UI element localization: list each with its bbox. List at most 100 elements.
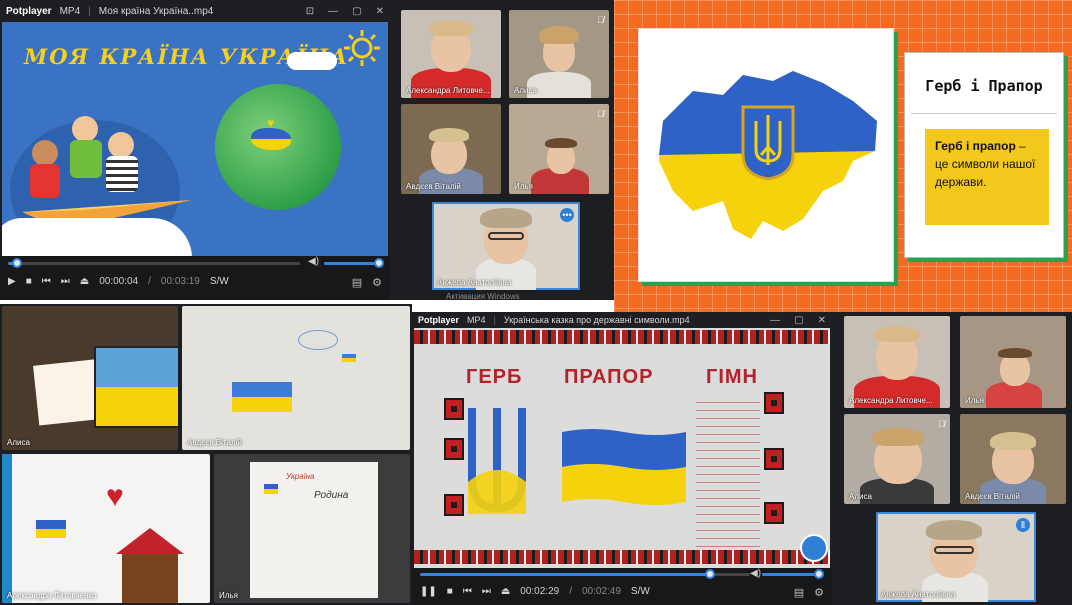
participant-tile[interactable]: 🎙̸ Алиса	[509, 10, 609, 98]
participant-tile-active[interactable]: ⦀ Анжела Анатоліївна	[876, 512, 1036, 602]
stop-icon[interactable]: ■	[447, 586, 453, 597]
participant-tile[interactable]: 🎙̸ Алиса	[844, 414, 950, 504]
drawing-text-line-2: Родина	[314, 490, 349, 501]
close-icon[interactable]: ✕	[818, 315, 826, 326]
maximize-icon[interactable]: ▢	[352, 6, 361, 17]
participant-name: Анжела Анатоліївна	[437, 278, 512, 287]
seek-bar[interactable]	[8, 258, 300, 268]
ornament-icon	[764, 392, 784, 414]
participant-tile[interactable]: Авдєєв Віталій	[960, 414, 1066, 504]
child-figure	[108, 132, 134, 158]
drawing-paper	[250, 462, 378, 598]
video-frame[interactable]: МОЯ КРАЇНА УКРАЇНА ♥	[2, 22, 388, 256]
title-bar: Potplayer MP4 | Моя країна Україна..mp4 …	[6, 5, 384, 17]
play-icon[interactable]: ▶	[8, 276, 16, 287]
video-frame[interactable]: ГЕРБ ПРАПОР ГІМН	[414, 328, 830, 568]
next-icon[interactable]: ⏭	[482, 586, 491, 597]
sw-label: S/W	[630, 586, 650, 597]
volume-handle[interactable]	[814, 569, 824, 579]
slide-gerb-prapor: Герб і Прапор Герб і прапор – це символи…	[614, 0, 1072, 312]
potplayer-brand[interactable]: Potplayer	[6, 6, 52, 17]
title-bar: Potplayer MP4 | Українська казка про дер…	[418, 314, 826, 326]
ornament-icon	[444, 438, 464, 460]
participant-name: Алиса	[514, 86, 537, 95]
ukraine-map-on-globe	[251, 128, 291, 150]
participant-name: Авдєєв Віталій	[187, 438, 242, 447]
embroidery-border-bottom	[414, 550, 830, 564]
eject-icon[interactable]: ⏏	[80, 276, 89, 287]
drawing-tile[interactable]: Алиса	[2, 306, 178, 450]
word-gimn: ГІМН	[706, 366, 758, 388]
control-bar: ◀) ▶ ■ ⏮ ⏭ ⏏ 00:00:04 / 00:03:19 S/W ▤ ⚙	[0, 256, 390, 300]
next-icon[interactable]: ⏭	[61, 276, 70, 287]
heart-icon: ♥	[267, 116, 275, 130]
volume-icon[interactable]: ◀)	[308, 256, 319, 267]
drawing-tile[interactable]: Україна Родина Илья	[214, 454, 410, 603]
potplayer-window-top: Potplayer MP4 | Моя країна Україна..mp4 …	[0, 0, 390, 300]
flag-drawing	[264, 484, 278, 494]
participant-name: Александра Литовче...	[406, 86, 490, 95]
minimize-icon[interactable]: —	[328, 6, 338, 17]
stop-icon[interactable]: ■	[26, 276, 32, 287]
gear-icon[interactable]: ⚙	[814, 586, 824, 599]
globe-shape: ♥	[215, 84, 341, 210]
drawings-grid: Алиса Авдєєв Віталій ♥ Александра Литовч…	[0, 304, 412, 605]
pause-icon[interactable]: ❚❚	[420, 586, 437, 597]
control-bar: ◀) ❚❚ ■ ⏮ ⏭ ⏏ 00:02:29 / 00:02:49 S/W ▤ …	[412, 568, 832, 605]
gear-icon[interactable]: ⚙	[372, 276, 382, 289]
participant-tile[interactable]: Александра Литовче...	[844, 316, 950, 408]
participant-tile[interactable]: 🎙̸ Илья	[509, 104, 609, 194]
participant-name: Авдєєв Віталій	[965, 492, 1020, 501]
ornament-icon	[764, 502, 784, 524]
embroidery-border-top	[414, 330, 830, 344]
volume-slider[interactable]	[324, 258, 384, 268]
mic-off-icon: 🎙̸	[938, 419, 945, 429]
text-card: Герб і Прапор Герб і прапор – це символи…	[904, 52, 1064, 258]
flag-drawing	[36, 520, 66, 538]
seek-bar[interactable]	[420, 569, 750, 579]
child-figure	[72, 116, 98, 142]
participant-tile[interactable]: Александра Литовче...	[401, 10, 501, 98]
heart-icon: ♥	[106, 480, 124, 513]
close-icon[interactable]: ✕	[376, 6, 384, 17]
seek-handle[interactable]	[705, 569, 716, 579]
glasses	[488, 232, 524, 240]
participant-tile[interactable]: Авдєєв Віталій	[401, 104, 501, 194]
volume-icon[interactable]: ◀)	[750, 568, 761, 579]
drawing-tile[interactable]: ♥ Александра Литовченко	[2, 454, 210, 603]
minimize-icon[interactable]: —	[770, 315, 780, 326]
participant-name: Алиса	[849, 492, 872, 501]
volume-slider[interactable]	[762, 569, 824, 579]
eject-icon[interactable]: ⏏	[501, 586, 510, 597]
file-title: Моя країна Україна..mp4	[98, 5, 214, 17]
more-options-icon[interactable]: •••	[560, 208, 574, 222]
video-call-bottom: Александра Литовче... Илья 🎙̸ Алиса Авдє…	[832, 312, 1072, 605]
participant-tile-active[interactable]: ••• Анжела Анатоліївна	[432, 202, 580, 290]
participant-name: Илья	[219, 591, 238, 600]
participant-tile[interactable]: Илья	[960, 316, 1066, 408]
drawing-text-line-1: Україна	[286, 472, 315, 481]
maximize-icon[interactable]: ▢	[794, 315, 803, 326]
definition-bold: Герб і прапор	[935, 139, 1016, 153]
prev-icon[interactable]: ⏮	[463, 586, 472, 597]
drawing-tile[interactable]: Авдєєв Віталій	[182, 306, 410, 450]
anthem-text-block	[696, 398, 760, 548]
definition-box: Герб і прапор – це символи нашої держави…	[925, 129, 1049, 225]
trident-shield-icon	[741, 105, 795, 181]
trident-icon	[468, 408, 526, 514]
prev-icon[interactable]: ⏮	[42, 276, 51, 287]
potplayer-brand[interactable]: Potplayer	[418, 315, 459, 325]
playlist-icon[interactable]: ▤	[794, 586, 804, 599]
video-call-top: Александра Литовче... 🎙̸ Алиса Авдєєв Ві…	[390, 0, 614, 301]
participant-name: Илья	[965, 396, 984, 405]
seek-handle[interactable]	[11, 258, 22, 268]
glasses	[934, 546, 974, 554]
pin-icon[interactable]: ⊡	[306, 6, 314, 17]
volume-handle[interactable]	[374, 258, 384, 268]
participant-name: Александра Литовче...	[849, 396, 933, 405]
playlist-icon[interactable]: ▤	[352, 276, 362, 289]
time-current: 00:02:29	[520, 586, 560, 597]
mic-off-icon: 🎙̸	[597, 15, 604, 25]
sun-icon	[344, 30, 380, 66]
child-figure	[32, 140, 58, 166]
